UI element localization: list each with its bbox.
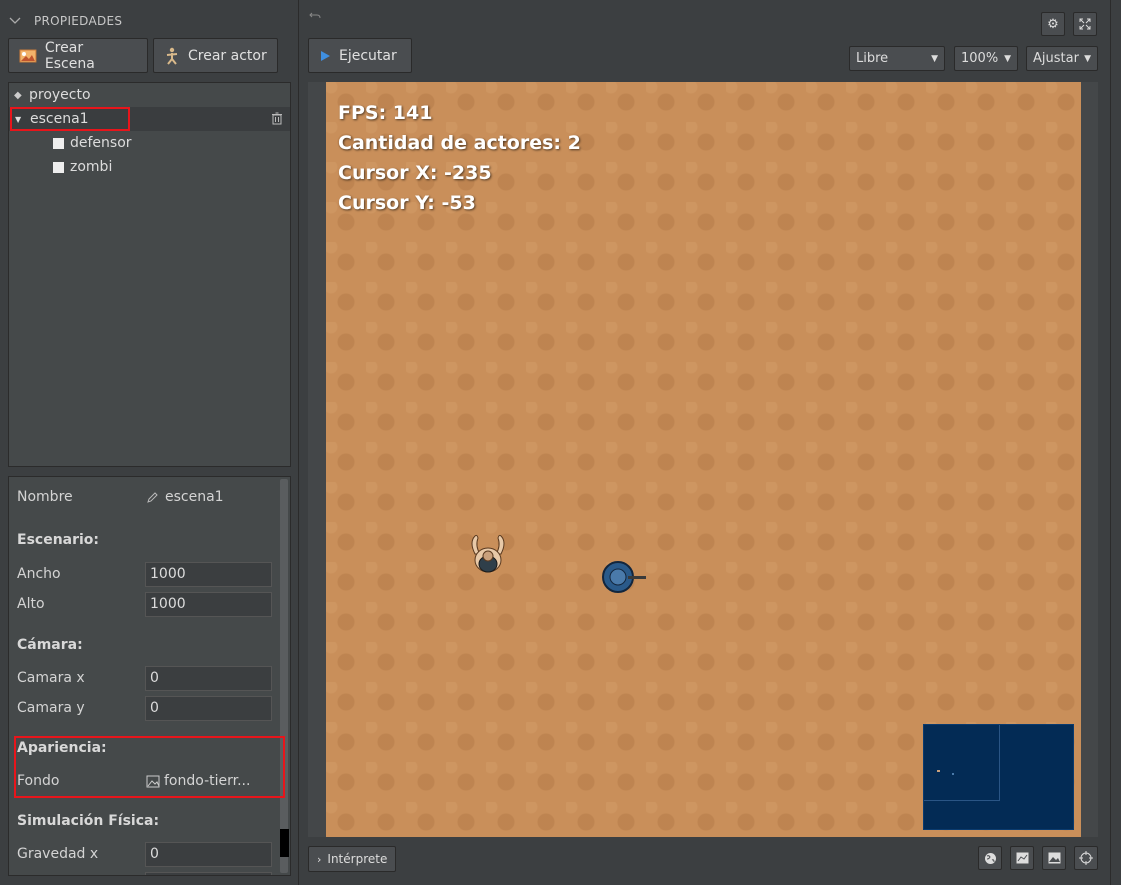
diamond-icon: ◆: [14, 89, 22, 101]
create-scene-button[interactable]: Crear Escena: [8, 38, 148, 73]
chart-icon: [1016, 852, 1028, 864]
height-label: Alto: [17, 596, 45, 612]
trash-icon[interactable]: [271, 112, 283, 125]
minimap[interactable]: [923, 724, 1074, 830]
left-panel: PROPIEDADES Crear Escena Crear actor ◆ p…: [0, 0, 299, 885]
chevron-right-icon: ›: [317, 852, 322, 866]
create-actor-button[interactable]: Crear actor: [153, 38, 278, 73]
run-label: Ejecutar: [339, 47, 397, 64]
right-edge-panel: [1110, 0, 1121, 885]
square-icon: [53, 161, 64, 173]
run-button[interactable]: Ejecutar: [308, 38, 412, 73]
zoom-select[interactable]: 100% ▼: [954, 46, 1018, 71]
name-value[interactable]: escena1: [146, 489, 224, 505]
camera-x-label: Camara x: [17, 670, 85, 686]
defender-sprite[interactable]: [598, 557, 648, 597]
hud-cursor-y: Cursor Y: -53: [338, 192, 476, 214]
play-icon: [321, 50, 330, 61]
properties-panel-header[interactable]: PROPIEDADES: [8, 10, 122, 32]
gravity-y-field[interactable]: [145, 872, 272, 875]
expand-icon: [1079, 18, 1091, 30]
tree-item-defensor[interactable]: defensor: [9, 131, 290, 155]
gravity-x-label: Gravedad x: [17, 846, 99, 862]
camera-y-field[interactable]: 0: [145, 696, 272, 721]
physics-title: Simulación Física:: [17, 813, 160, 829]
interpreter-label: Intérprete: [327, 852, 388, 866]
scrollbar-thumb[interactable]: [280, 829, 289, 857]
scene-tree: ◆ proyecto ▼ escena1 defensor zombi: [8, 82, 291, 467]
appearance-highlight: [14, 736, 285, 798]
square-icon: [53, 137, 64, 149]
hud-cursor-x: Cursor X: -235: [338, 162, 492, 184]
scene-icon: [19, 49, 37, 62]
chevron-down-icon: ▼: [931, 53, 938, 64]
minimap-actor-dot: [952, 773, 954, 775]
selection-highlight: [10, 107, 130, 131]
mode-select[interactable]: Libre ▼: [849, 46, 945, 71]
create-actor-label: Crear actor: [188, 47, 267, 64]
camera-x-field[interactable]: 0: [145, 666, 272, 691]
properties-inspector: Nombre escena1 Escenario: Ancho 1000 Alt…: [8, 476, 291, 876]
width-field[interactable]: 1000: [145, 562, 272, 587]
tree-item-label: proyecto: [29, 87, 91, 103]
create-scene-label: Crear Escena: [44, 39, 95, 72]
minimap-actor-dot: [937, 770, 940, 772]
tree-item-label: defensor: [70, 135, 132, 151]
camera-y-label: Camara y: [17, 700, 85, 716]
image-button[interactable]: [1042, 846, 1066, 870]
scenario-title: Escenario:: [17, 532, 100, 548]
crosshair-button[interactable]: [1074, 846, 1098, 870]
interpreter-toggle[interactable]: › Intérprete: [308, 846, 397, 872]
settings-button[interactable]: ⚙: [1041, 12, 1065, 36]
properties-scrollbar[interactable]: [280, 479, 288, 873]
tree-item-zombi[interactable]: zombi: [9, 155, 290, 179]
chevron-down-icon: [9, 17, 21, 24]
minimap-viewport: [924, 725, 1000, 801]
undo-icon[interactable]: [309, 12, 321, 22]
name-label: Nombre: [17, 489, 73, 505]
fit-select[interactable]: Ajustar ▼: [1026, 46, 1098, 71]
image-icon: [1048, 852, 1060, 864]
hud-actor-count: Cantidad de actores: 2: [338, 132, 581, 154]
chevron-down-icon: ▼: [1084, 53, 1091, 64]
panel-title: PROPIEDADES: [34, 14, 123, 28]
tree-item-label: zombi: [70, 159, 113, 175]
pencil-icon: [147, 491, 158, 503]
hud-fps: FPS: 141: [338, 102, 433, 124]
width-label: Ancho: [17, 566, 61, 582]
chevron-down-icon: ▼: [1004, 53, 1011, 64]
height-field[interactable]: 1000: [145, 592, 272, 617]
actor-icon: [166, 47, 178, 65]
tree-item-proyecto[interactable]: ◆ proyecto: [9, 83, 290, 107]
globe-button[interactable]: [978, 846, 1002, 870]
gravity-x-field[interactable]: 0: [145, 842, 272, 867]
camera-title: Cámara:: [17, 637, 83, 653]
zombie-sprite[interactable]: [463, 532, 513, 582]
globe-icon: [984, 852, 996, 864]
fullscreen-button[interactable]: [1073, 12, 1097, 36]
gear-icon: ⚙: [1047, 16, 1059, 32]
graph-button[interactable]: [1010, 846, 1034, 870]
crosshair-icon: [1079, 851, 1093, 865]
